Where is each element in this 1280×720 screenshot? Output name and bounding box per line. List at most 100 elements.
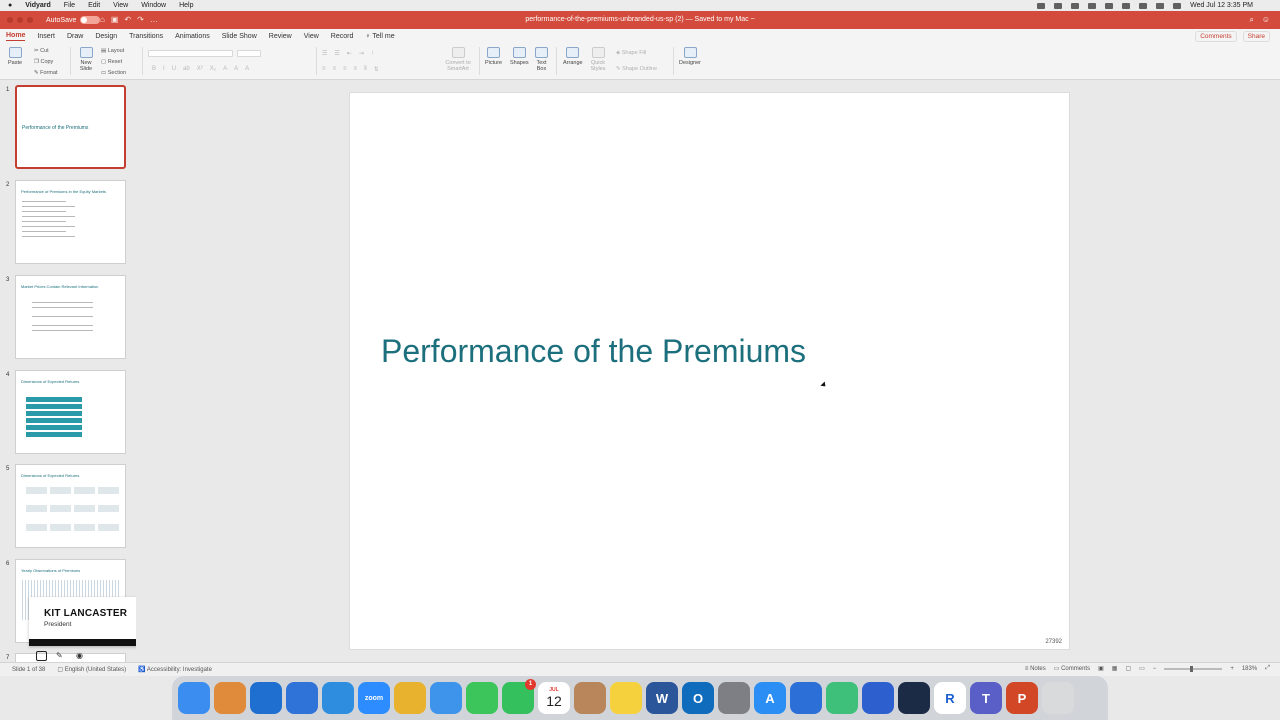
dock-facetime-icon[interactable]: 1 xyxy=(502,679,536,714)
current-slide[interactable]: Performance of the Premiums 27392 xyxy=(349,92,1070,650)
control-center-icon[interactable] xyxy=(1173,2,1182,9)
spotlight-icon[interactable] xyxy=(1156,2,1165,9)
tab-slide-show[interactable]: Slide Show xyxy=(222,33,257,40)
dock-word-icon[interactable]: W xyxy=(646,682,678,714)
slide-thumbnail-image[interactable]: Performance of the Premiums xyxy=(15,85,126,169)
tab-animations[interactable]: Animations xyxy=(175,33,210,40)
tab-design[interactable]: Design xyxy=(95,33,117,40)
dock-android-icon[interactable] xyxy=(826,682,858,714)
dock-remote-icon[interactable]: R xyxy=(934,682,966,714)
comments-status-button[interactable]: ▭ Comments xyxy=(1054,665,1090,672)
picture-button[interactable]: Picture xyxy=(485,47,502,66)
apple-icon[interactable]: ● xyxy=(8,2,12,9)
font-size-dropdown[interactable] xyxy=(237,50,261,57)
share-button[interactable]: Share xyxy=(1242,31,1270,42)
superscript-button[interactable]: X² xyxy=(197,66,203,72)
comments-button[interactable]: Comments xyxy=(1195,31,1237,42)
dock-steam-icon[interactable] xyxy=(898,682,930,714)
dock-safari-icon[interactable] xyxy=(322,682,354,714)
strikethrough-button[interactable]: ab xyxy=(183,66,190,72)
tab-review[interactable]: Review xyxy=(269,33,292,40)
slides-panel[interactable]: 1 Performance of the Premiums 2 Performa… xyxy=(0,80,136,662)
format-painter-button[interactable]: ✎ Format xyxy=(34,70,58,76)
numbering-icon[interactable]: ☰ xyxy=(334,50,339,57)
arrange-button[interactable]: Arrange xyxy=(563,47,583,66)
language-status[interactable]: ▢ English (United States) xyxy=(57,666,126,673)
sync-icon[interactable] xyxy=(1054,2,1063,9)
text-direction-icon[interactable]: ⇅ xyxy=(374,66,379,73)
menu-edit[interactable]: Edit xyxy=(88,2,100,9)
dock-chrome-icon[interactable] xyxy=(394,682,426,714)
section-button[interactable]: ▭ Section xyxy=(101,70,126,76)
decrease-indent-icon[interactable]: ⇤ xyxy=(347,50,352,57)
dock-app-store-icon[interactable]: A xyxy=(754,682,786,714)
text-effects-button[interactable]: A xyxy=(223,66,227,72)
tools-icon[interactable] xyxy=(1088,2,1097,9)
zoom-slider[interactable] xyxy=(1164,665,1223,672)
menu-help[interactable]: Help xyxy=(179,2,193,9)
dock-screen-share-icon[interactable] xyxy=(790,682,822,714)
account-icon[interactable]: ☺ xyxy=(1262,15,1270,24)
screen-capture-icon[interactable] xyxy=(36,651,47,661)
slide-thumbnail-image[interactable]: Performance of Premiums in the Equity Ma… xyxy=(15,180,126,264)
tab-draw[interactable]: Draw xyxy=(67,33,83,40)
dock-zoom-icon[interactable]: zoom xyxy=(358,682,390,714)
slideshow-icon[interactable]: ▭ xyxy=(1139,665,1145,672)
normal-view-icon[interactable]: ▣ xyxy=(1098,665,1104,672)
battery-icon[interactable] xyxy=(1122,2,1131,9)
menubar-clock[interactable]: Wed Jul 12 3:35 PM xyxy=(1190,2,1253,9)
slide-title[interactable]: Performance of the Premiums xyxy=(381,333,806,370)
designer-button[interactable]: Designer xyxy=(679,47,701,66)
reset-button[interactable]: ▢ Reset xyxy=(101,59,122,65)
zoom-in-icon[interactable]: + xyxy=(1230,666,1234,672)
fit-to-window-icon[interactable]: ⤢ xyxy=(1265,665,1270,672)
dock-calendar-icon[interactable]: JUL 12 xyxy=(538,682,570,714)
dock-finder-icon[interactable] xyxy=(178,682,210,714)
dock-launchpad-icon[interactable] xyxy=(214,682,246,714)
dock-powerpoint-icon[interactable]: P xyxy=(1006,682,1038,714)
slide-thumbnail-image[interactable]: Dimensions of Expected Returns xyxy=(15,464,126,548)
dock-xcode-icon[interactable] xyxy=(286,682,318,714)
paste-button[interactable]: Paste xyxy=(8,47,22,66)
dock-teams-directory-icon[interactable] xyxy=(862,682,894,714)
notes-button[interactable]: ≡ Notes xyxy=(1025,666,1046,672)
dock-teams-icon[interactable]: T xyxy=(970,682,1002,714)
highlight-button[interactable]: A xyxy=(234,66,238,72)
slide-editor-canvas[interactable]: Performance of the Premiums 27392 xyxy=(136,80,1280,662)
camera-icon[interactable] xyxy=(1037,2,1046,9)
subscript-button[interactable]: X₂ xyxy=(210,66,216,72)
slide-thumbnail-image[interactable]: Dimensions of Expected Returns xyxy=(15,370,126,454)
dock-onedrive-icon[interactable] xyxy=(250,682,282,714)
line-spacing-icon[interactable]: ↕ xyxy=(371,50,374,57)
layout-button[interactable]: ▤ Layout xyxy=(101,48,124,54)
dock-mail-icon[interactable] xyxy=(430,682,462,714)
shapes-button[interactable]: Shapes xyxy=(510,47,529,66)
justify-icon[interactable]: ≡ xyxy=(354,66,358,73)
dock-notes-icon[interactable] xyxy=(610,682,642,714)
menu-view[interactable]: View xyxy=(113,2,128,9)
convert-smartart-button[interactable]: Convert to SmartArt xyxy=(443,47,473,72)
font-name-dropdown[interactable] xyxy=(148,50,233,57)
zoom-level[interactable]: 183% xyxy=(1242,666,1257,672)
tell-me-search[interactable]: ♀ Tell me xyxy=(365,33,394,40)
slide-thumbnail-image[interactable]: Market Prices Contain Relevant Informati… xyxy=(15,275,126,359)
tab-insert[interactable]: Insert xyxy=(37,33,55,40)
dock-outlook-icon[interactable]: O xyxy=(682,682,714,714)
shape-outline-button[interactable]: ✎ Shape Outline xyxy=(616,66,657,72)
align-center-icon[interactable]: ≡ xyxy=(333,66,337,73)
record-icon[interactable] xyxy=(1071,2,1080,9)
underline-button[interactable]: U xyxy=(172,66,176,72)
dock-system-settings-icon[interactable] xyxy=(718,682,750,714)
slide-sorter-icon[interactable]: ▦ xyxy=(1112,665,1118,672)
pen-icon[interactable]: ✎ xyxy=(56,651,67,661)
menu-app-name[interactable]: Vidyard xyxy=(25,2,51,9)
text-box-button[interactable]: Text Box xyxy=(535,47,548,72)
reading-view-icon[interactable]: ▢ xyxy=(1125,665,1131,672)
palette-icon[interactable]: ◉ xyxy=(76,651,87,661)
font-color-button[interactable]: A xyxy=(245,66,249,72)
tab-home[interactable]: Home xyxy=(6,32,26,41)
dock-contacts-icon[interactable] xyxy=(574,682,606,714)
increase-indent-icon[interactable]: ⇥ xyxy=(359,50,364,57)
columns-icon[interactable]: ⫴ xyxy=(364,66,367,73)
bold-button[interactable]: B xyxy=(152,66,156,72)
